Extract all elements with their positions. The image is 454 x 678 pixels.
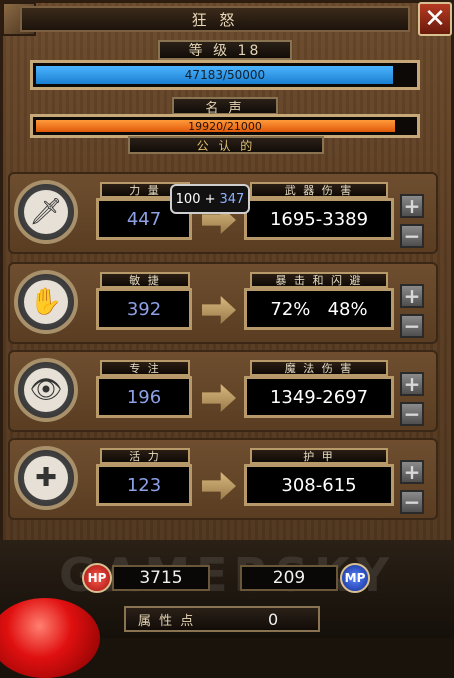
decrease-stat-button[interactable]: − [400,314,424,338]
strength-tooltip: 100 + 347 [170,184,250,214]
decrease-stat-button[interactable]: − [400,224,424,248]
stat-emblem: ✚ [14,446,78,510]
title-bar: 狂 怒 [20,6,410,32]
increase-stat-button[interactable]: + [400,372,424,396]
experience-text: 47183/50000 [184,68,266,82]
mp-value: 209 [240,565,338,591]
hp-value: 3715 [112,565,210,591]
derived-stat-box: 308-615 [244,464,394,506]
derived-stat-name: 魔 法 伤 害 [250,360,388,376]
tooltip-bonus: 347 [219,191,245,207]
increase-stat-button[interactable]: + [400,194,424,218]
stat-value: 196 [126,386,162,408]
stat-row: 👁 专 注 196 魔 法 伤 害 1349-2697 + − [8,350,438,432]
fame-bar: 19920/21000 [30,114,420,138]
stat-emblem: ✋ [14,270,78,334]
derived-stat-box: 1349-2697 [244,376,394,418]
derived-stat-name: 暴 击 和 闪 避 [250,272,388,288]
stat-emblem: 🗡 [14,180,78,244]
mp-orb-icon: MP [340,563,370,593]
eye-flame-icon: 👁 [24,368,68,412]
derived-stat-value: 308-615 [281,474,357,496]
tooltip-base: 100 + [175,191,216,207]
level-label: 等 级 18 [158,40,292,60]
attribute-points-plate: 属 性 点 0 [124,606,320,632]
stat-value: 123 [126,474,162,496]
hp-orb-icon: HP [82,563,112,593]
experience-bar: 47183/50000 [30,60,420,90]
stat-name: 专 注 [100,360,190,376]
fame-text: 19920/21000 [188,119,262,133]
derived-stat-box: 72% 48% [244,288,394,330]
shield-cross-icon: ✚ [24,456,68,500]
sword-icon: 🗡 [24,190,68,234]
window-title: 狂 怒 [191,10,239,29]
close-button[interactable]: ✕ [418,2,452,36]
stat-value-box: 392 [96,288,192,330]
increase-stat-button[interactable]: + [400,284,424,308]
decrease-stat-button[interactable]: − [400,402,424,426]
stat-name: 敏 捷 [100,272,190,288]
derived-stat-value: 1695-3389 [269,208,369,230]
stat-emblem: 👁 [14,358,78,422]
stat-value: 447 [126,208,162,230]
fame-rank: 公 认 的 [128,136,324,154]
derived-stat-box: 1695-3389 [244,198,394,240]
stat-name: 活 力 [100,448,190,464]
increase-stat-button[interactable]: + [400,460,424,484]
attribute-points-value: 0 [268,609,281,629]
stat-row: ✚ 活 力 123 护 甲 308-615 + − [8,438,438,520]
stat-row: ✋ 敏 捷 392 暴 击 和 闪 避 72% 48% + − [8,262,438,344]
dodge-hand-icon: ✋ [24,280,68,324]
derived-stat-value: 72% 48% [270,298,368,320]
stat-value: 392 [126,298,162,320]
health-globe-icon [0,598,100,678]
stat-value-box: 196 [96,376,192,418]
fame-label: 名 声 [172,97,278,116]
derived-stat-name: 护 甲 [250,448,388,464]
mp-label: MP [344,571,366,585]
stat-value-box: 123 [96,464,192,506]
derived-stat-name: 武 器 伤 害 [250,182,388,198]
attribute-points-label: 属 性 点 [138,613,196,629]
hp-label: HP [87,571,107,585]
decrease-stat-button[interactable]: − [400,490,424,514]
derived-stat-value: 1349-2697 [269,386,369,408]
